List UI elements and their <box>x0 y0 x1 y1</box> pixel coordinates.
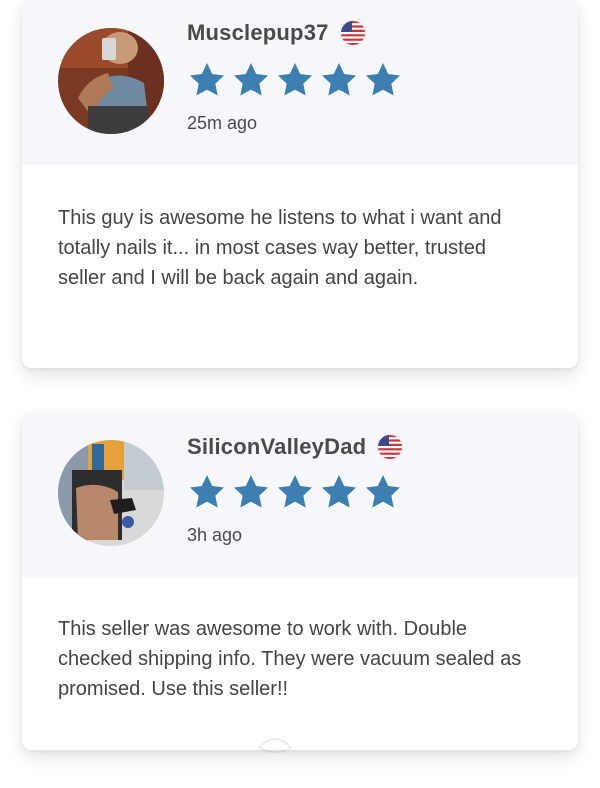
star-icon <box>319 472 359 512</box>
review-card: SiliconValleyDad 3h ago This seller was … <box>22 412 578 750</box>
star-icon <box>275 472 315 512</box>
review-header: Musclepup37 25m ago <box>22 0 578 165</box>
star-icon <box>187 60 227 100</box>
star-icon <box>187 472 227 512</box>
review-header: SiliconValleyDad 3h ago <box>22 412 578 578</box>
review-timestamp: 3h ago <box>187 525 243 545</box>
star-icon <box>231 60 271 100</box>
avatar[interactable] <box>58 440 164 546</box>
us-flag-icon <box>340 21 365 45</box>
review-text: This seller was awesome to work with. Do… <box>22 578 578 750</box>
reviewer-name[interactable]: SiliconValleyDad <box>187 434 366 460</box>
review-text: This guy is awesome he listens to what i… <box>22 165 578 368</box>
star-rating <box>187 60 407 100</box>
avatar-photo <box>58 440 164 546</box>
star-icon <box>231 472 271 512</box>
avatar-photo <box>58 28 164 134</box>
us-flag-icon <box>378 435 403 459</box>
review-card: Musclepup37 25m ago This guy is awesome … <box>22 0 578 368</box>
star-icon <box>275 60 315 100</box>
reviewer-name[interactable]: Musclepup37 <box>187 20 329 46</box>
logo-icon <box>257 738 293 753</box>
star-icon <box>319 60 359 100</box>
watermark <box>255 728 303 756</box>
review-timestamp: 25m ago <box>187 113 258 133</box>
star-icon <box>363 60 403 100</box>
star-rating <box>187 472 407 512</box>
star-icon <box>363 472 403 512</box>
avatar[interactable] <box>58 28 164 134</box>
